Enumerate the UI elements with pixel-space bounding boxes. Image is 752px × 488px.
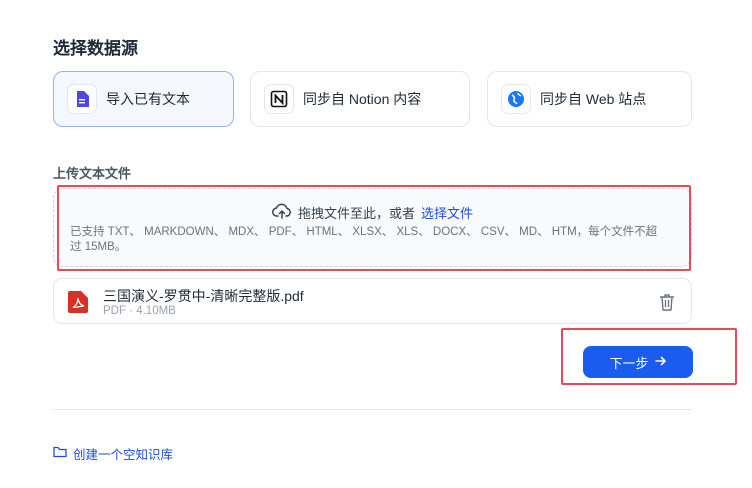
notion-icon (264, 84, 294, 114)
uploaded-file-item: 三国演义-罗贯中-清晰完整版.pdf PDF · 4.10MB (53, 278, 692, 324)
source-import-text[interactable]: 导入已有文本 (53, 71, 234, 127)
next-step-label: 下一步 (609, 355, 649, 371)
document-icon (67, 84, 97, 114)
folder-icon (53, 446, 67, 461)
trash-icon[interactable] (659, 293, 675, 311)
file-name: 三国演义-罗贯中-清晰完整版.pdf (103, 288, 304, 304)
file-meta: PDF · 4.10MB (103, 305, 176, 317)
create-empty-kb-link[interactable]: 创建一个空知识库 (53, 444, 173, 463)
source-notion[interactable]: 同步自 Notion 内容 (250, 71, 470, 127)
source-web[interactable]: 同步自 Web 站点 (487, 71, 692, 127)
create-empty-label: 创建一个空知识库 (73, 448, 174, 462)
drop-prompt: 拖拽文件至此，或者 选择文件 (54, 203, 691, 222)
source-label: 同步自 Notion 内容 (303, 91, 422, 107)
arrow-right-icon (654, 355, 667, 370)
pdf-icon (68, 291, 88, 313)
supported-formats-text: 已支持 TXT、 MARKDOWN、 MDX、 PDF、 HTML、 XLSX、… (70, 226, 658, 253)
section-title: 选择数据源 (53, 39, 138, 58)
divider (53, 409, 692, 410)
drop-prompt-text: 拖拽文件至此，或者 (297, 206, 415, 221)
select-file-link[interactable]: 选择文件 (421, 203, 473, 222)
upload-section-title: 上传文本文件 (53, 166, 132, 181)
source-label: 导入已有文本 (106, 91, 190, 107)
upload-cloud-icon (271, 203, 292, 222)
next-step-button[interactable]: 下一步 (583, 346, 693, 378)
web-globe-icon (501, 84, 531, 114)
source-label: 同步自 Web 站点 (540, 91, 647, 107)
file-drop-zone[interactable]: 拖拽文件至此，或者 选择文件 已支持 TXT、 MARKDOWN、 MDX、 P… (53, 188, 692, 267)
